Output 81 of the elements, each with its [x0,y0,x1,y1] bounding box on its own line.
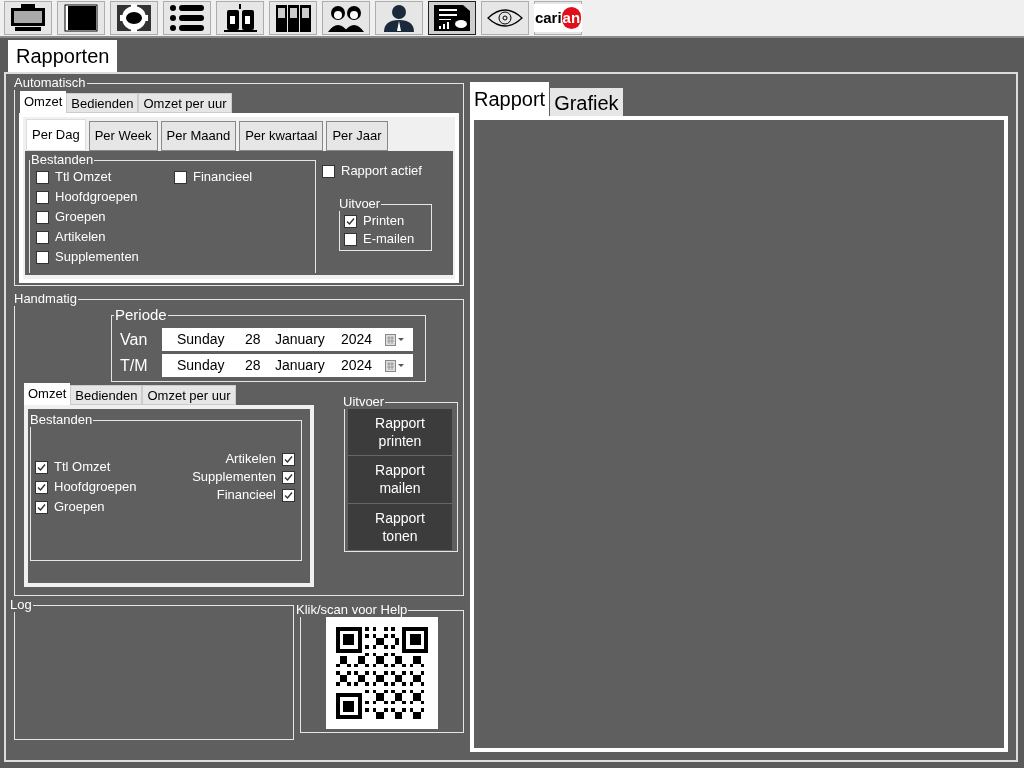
two-people-icon [327,4,365,32]
report-button[interactable]: Rapport printen [348,409,452,457]
tab[interactable]: Bedienden [66,93,139,113]
tab[interactable]: Per Jaar [326,121,388,151]
group-title: Uitvoer [342,395,386,409]
checkbox[interactable] [344,214,357,228]
group-title: Handmatig [13,292,78,306]
checkbox-label: Groepen [55,208,106,227]
toolbar-button[interactable] [163,1,211,35]
checkbox[interactable] [282,488,295,502]
monitor-icon [9,4,47,32]
toolbar-button[interactable] [216,1,264,35]
checkbox-label: Financieel [193,168,253,187]
checkbox-label: Hoofdgroepen [55,188,138,207]
toolbar-button[interactable] [322,1,370,35]
group-title: Bestanden [29,413,94,427]
toolbar-button[interactable] [110,1,158,35]
gear-icon [115,4,153,32]
qr-code[interactable] [326,617,438,729]
tab[interactable]: Omzet [20,91,67,113]
checkbox-label: Hoofdgroepen [54,478,137,497]
list-icon [168,4,206,32]
salt-and-pepper-icon [221,4,259,32]
checkbox-label: E-mailen [363,230,415,249]
tab[interactable]: Omzet per uur [142,385,236,405]
toolbar-button[interactable] [481,1,529,35]
group-title: Klik/scan voor Help [295,603,409,617]
checkbox[interactable] [35,500,48,514]
date-label: T/M [120,355,149,376]
checkbox-label: Ttl Omzet [55,168,112,187]
toolbar-button[interactable] [57,1,105,35]
notebook-icon [62,4,100,32]
toolbar-button[interactable] [375,1,423,35]
checkbox-label: Artikelen [55,228,106,247]
group-title: Periode [114,305,168,325]
checkbox-label: Financieel [216,486,276,505]
calendar-dropdown-icon [385,359,405,372]
checkbox[interactable] [36,230,49,244]
tab[interactable]: Bedienden [70,385,143,405]
checkbox-label: Printen [363,212,405,231]
tab[interactable]: Grafiek [550,88,623,116]
checkbox[interactable] [36,250,49,264]
checkbox-label: Artikelen [225,450,276,469]
checkbox-label: Ttl Omzet [54,458,111,477]
tab[interactable]: Per kwartaal [239,121,324,151]
checkbox[interactable] [35,460,48,474]
checkbox[interactable] [282,470,295,484]
checkbox[interactable] [344,232,357,246]
tab[interactable]: Omzet [24,383,71,405]
toolbar-button[interactable] [4,1,52,35]
checkbox[interactable] [36,210,49,224]
checkbox[interactable] [36,190,49,204]
tab[interactable]: Omzet per uur [138,93,232,113]
checkbox-label: Supplementen [55,248,139,267]
tab[interactable]: Per Maand [160,121,237,151]
date-label: Van [120,329,149,350]
checkbox-label: Groepen [54,498,105,517]
toolbar-button[interactable] [428,1,476,35]
group-title: Bestanden [30,153,95,167]
tab[interactable]: Per Dag [26,119,86,151]
report-button[interactable]: Rapport mailen [348,456,452,504]
checkbox[interactable] [36,170,49,184]
checkbox[interactable] [35,480,48,494]
report-chart-icon [433,4,471,32]
report-button[interactable]: Rapport tonen [348,503,452,551]
date-picker[interactable]: Sunday 28 January 2024 [162,328,413,351]
checkbox-label: Supplementen [192,468,276,487]
binders-icon [274,4,312,32]
tab[interactable]: Rapporten [8,40,118,72]
calendar-dropdown-icon [385,333,405,346]
date-picker[interactable]: Sunday 28 January 2024 [162,354,413,377]
tab[interactable]: Per Week [88,121,158,151]
tab[interactable]: Rapport [470,82,550,116]
group-title: Log [9,598,33,612]
checkbox-label: Rapport actief [341,162,422,181]
checkbox[interactable] [282,452,295,466]
group-title: Automatisch [13,76,87,90]
checkbox[interactable] [174,170,187,184]
toolbar-button[interactable] [269,1,317,35]
group-title: Uitvoer [338,197,382,211]
checkbox[interactable] [322,164,335,178]
